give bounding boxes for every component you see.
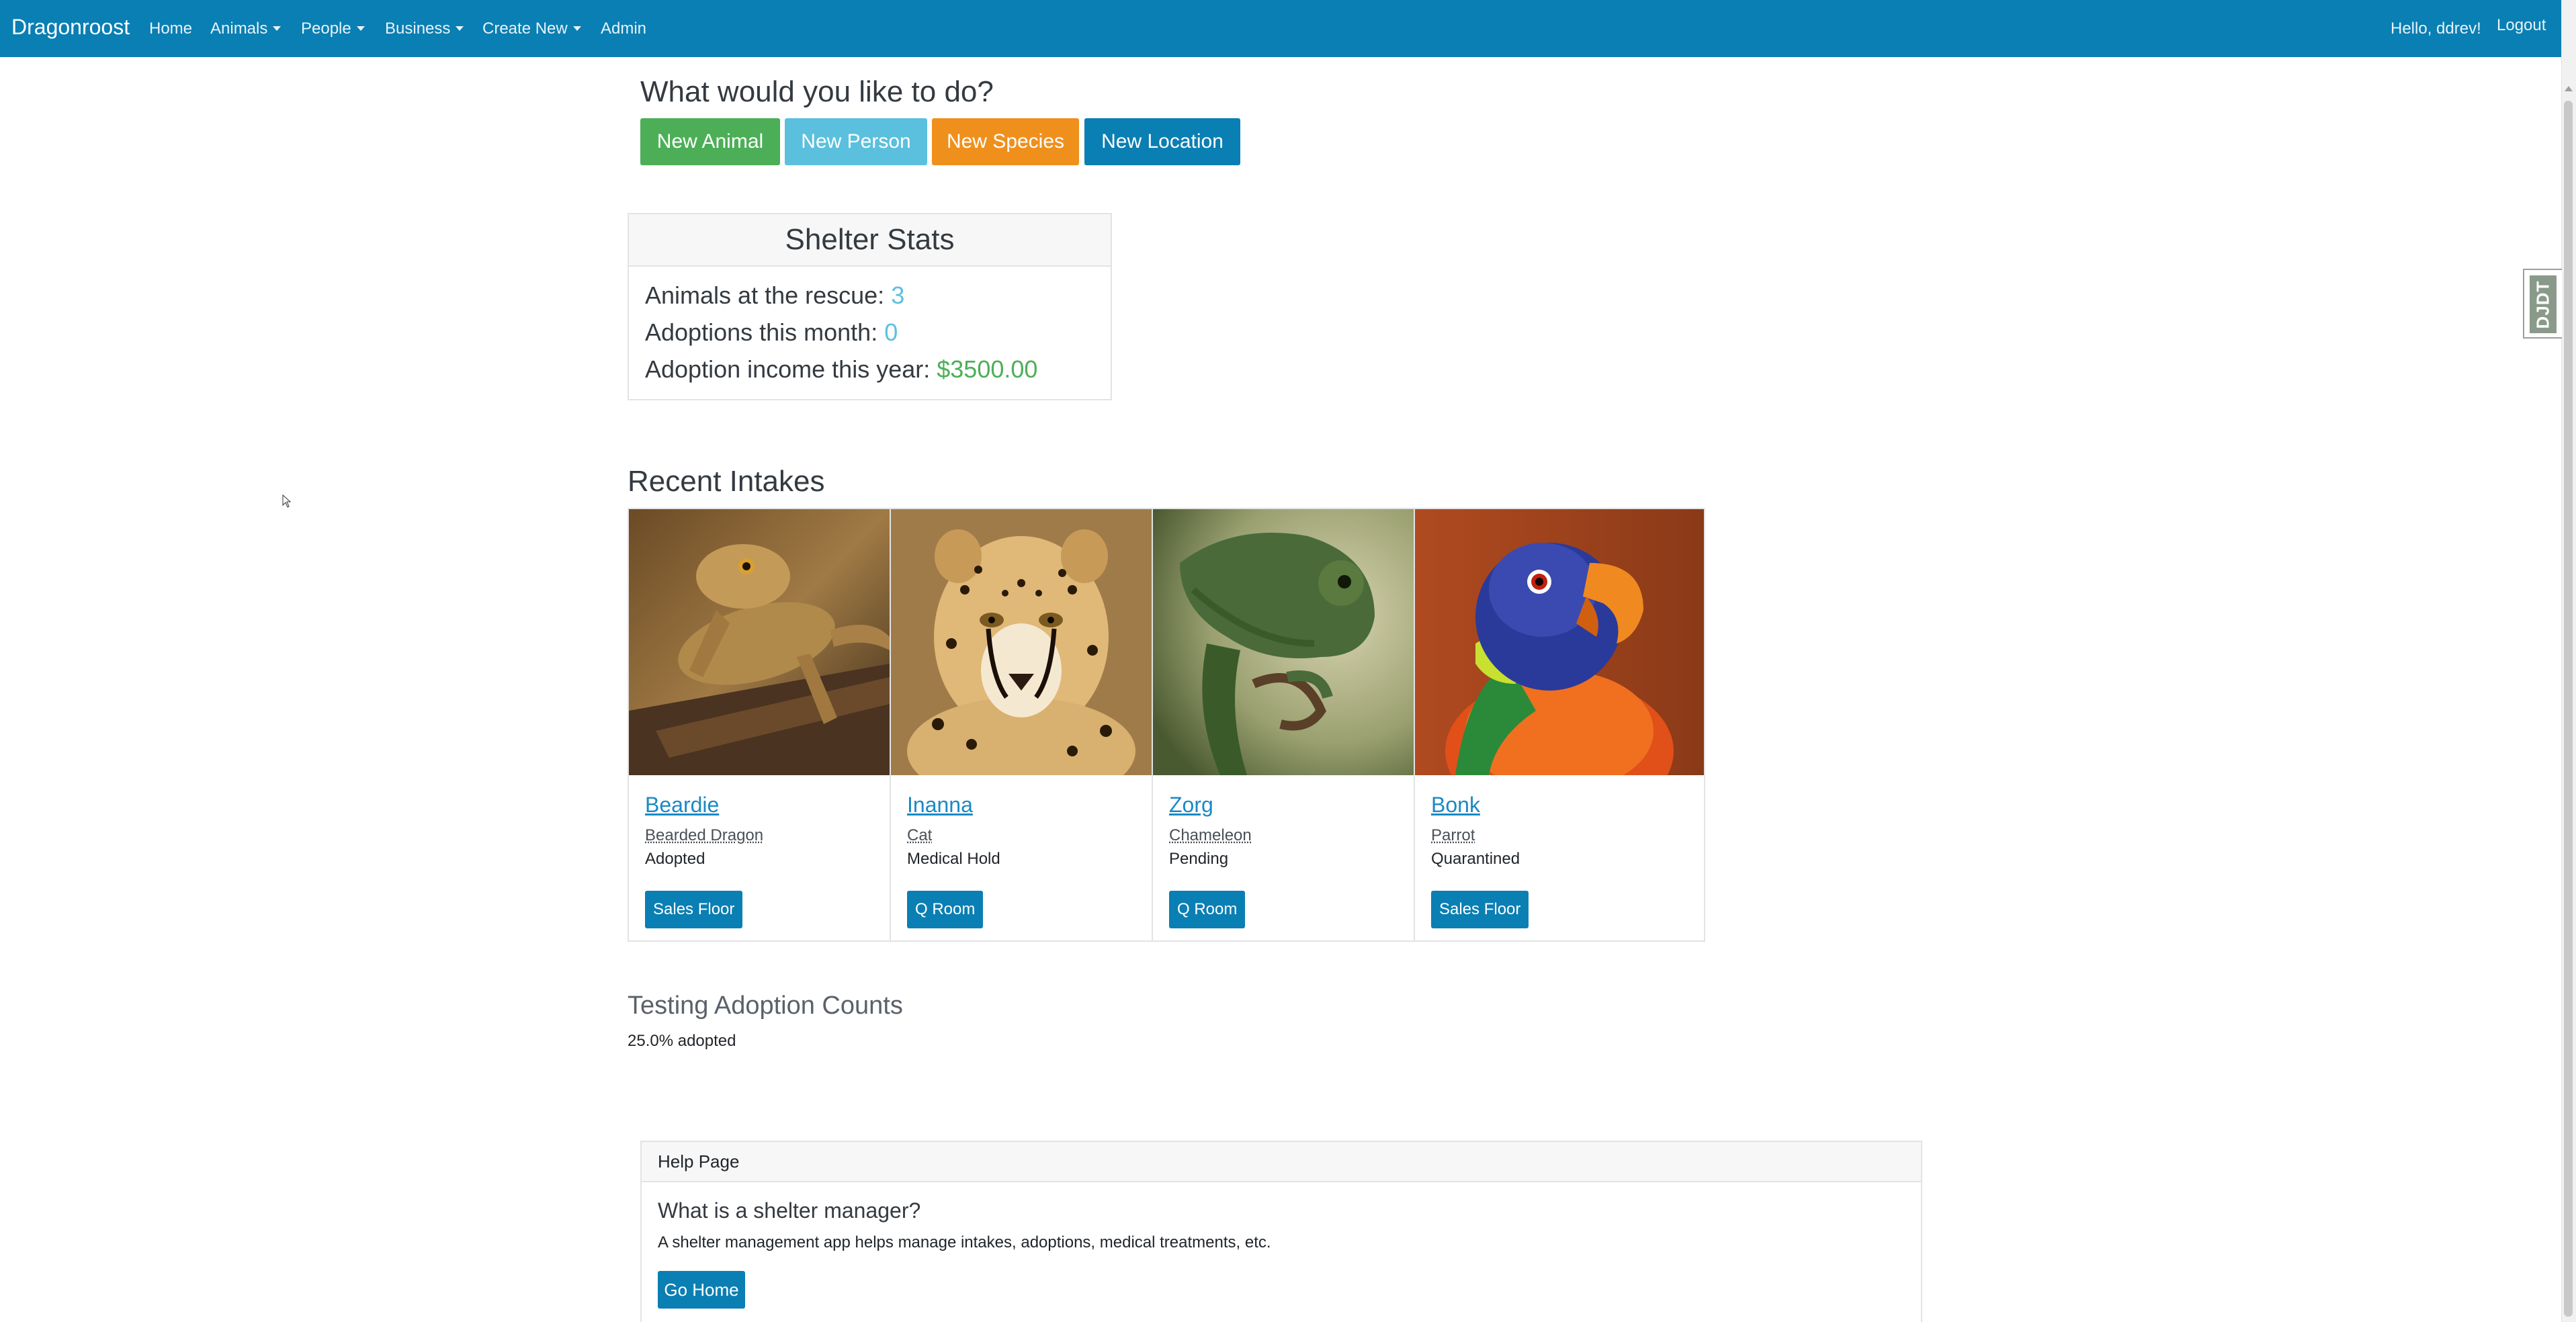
- new-species-button[interactable]: New Species: [932, 118, 1079, 165]
- stat-animals-value: 3: [891, 281, 905, 309]
- animal-card: Inanna Cat Medical Hold Q Room: [890, 508, 1153, 942]
- help-answer: A shelter management app helps manage in…: [658, 1233, 1271, 1251]
- chameleon-photo[interactable]: [1153, 509, 1414, 775]
- new-animal-button[interactable]: New Animal: [640, 118, 780, 165]
- nav-create-new-label: Create New: [482, 19, 568, 38]
- stat-income: Adoption income this year: $3500.00: [645, 355, 1037, 384]
- adoption-percentage: 25.0% adopted: [628, 1032, 736, 1050]
- stat-adoptions-value: 0: [884, 318, 898, 346]
- animal-name-link[interactable]: Zorg: [1169, 793, 1213, 818]
- brand-link[interactable]: Dragonroost: [11, 15, 130, 40]
- chevron-down-icon: [356, 26, 365, 31]
- animal-species[interactable]: Cat: [907, 826, 932, 845]
- animal-name-link[interactable]: Inanna: [907, 793, 973, 818]
- location-button[interactable]: Q Room: [1169, 891, 1246, 928]
- nav-admin[interactable]: Admin: [601, 19, 646, 38]
- animal-card: Bonk Parrot Quarantined Sales Floor: [1414, 508, 1705, 942]
- actions-heading: What would you like to do?: [640, 75, 994, 108]
- animal-species[interactable]: Chameleon: [1169, 826, 1252, 845]
- new-person-button[interactable]: New Person: [785, 118, 927, 165]
- help-card-header: Help Page: [642, 1142, 1921, 1182]
- animal-species[interactable]: Bearded Dragon: [645, 826, 763, 845]
- user-greeting: Hello, ddrev!: [2391, 19, 2481, 38]
- location-button[interactable]: Q Room: [907, 891, 984, 928]
- debug-toolbar-label: DJDT: [2530, 275, 2557, 333]
- animal-name-link[interactable]: Beardie: [645, 793, 719, 818]
- chevron-down-icon: [572, 26, 581, 31]
- animal-card: Beardie Bearded Dragon Adopted Sales Flo…: [628, 508, 891, 942]
- cheetah-photo[interactable]: [891, 509, 1152, 775]
- animal-status: Pending: [1169, 850, 1229, 868]
- scrollbar-thumb[interactable]: [2564, 101, 2573, 1317]
- nav-people-dropdown[interactable]: People: [301, 19, 365, 38]
- go-home-button[interactable]: Go Home: [658, 1271, 745, 1309]
- scroll-up-arrow-icon[interactable]: [2565, 86, 2573, 91]
- stat-adoptions-label: Adoptions this month:: [645, 318, 878, 346]
- animal-name-link[interactable]: Bonk: [1431, 793, 1480, 818]
- nav-people-label: People: [301, 19, 351, 38]
- animal-card: Zorg Chameleon Pending Q Room: [1152, 508, 1415, 942]
- help-question: What is a shelter manager?: [658, 1198, 921, 1223]
- shelter-stats-title: Shelter Stats: [629, 214, 1111, 267]
- nav-business-dropdown[interactable]: Business: [385, 19, 464, 38]
- new-location-button[interactable]: New Location: [1084, 118, 1240, 165]
- location-button[interactable]: Sales Floor: [645, 891, 743, 928]
- nav-animals-label: Animals: [210, 19, 268, 38]
- logout-link[interactable]: Logout: [2497, 16, 2546, 35]
- chevron-down-icon: [456, 26, 464, 31]
- bearded-dragon-photo[interactable]: [629, 509, 890, 775]
- stat-adoptions: Adoptions this month: 0: [645, 318, 898, 347]
- shelter-stats-card: Shelter Stats Animals at the rescue: 3 A…: [628, 213, 1112, 400]
- help-card: Help Page What is a shelter manager? A s…: [640, 1141, 1922, 1322]
- stat-animals: Animals at the rescue: 3: [645, 281, 904, 310]
- nav-animals-dropdown[interactable]: Animals: [210, 19, 282, 38]
- recent-intakes-title: Recent Intakes: [628, 465, 825, 498]
- nav-home[interactable]: Home: [149, 19, 192, 38]
- nav-business-label: Business: [385, 19, 451, 38]
- animal-status: Quarantined: [1431, 850, 1520, 868]
- testing-adoption-title: Testing Adoption Counts: [628, 992, 903, 1020]
- chevron-down-icon: [273, 26, 282, 31]
- animal-species[interactable]: Parrot: [1431, 826, 1475, 845]
- location-button[interactable]: Sales Floor: [1431, 891, 1529, 928]
- debug-toolbar-handle[interactable]: DJDT: [2523, 269, 2562, 339]
- nav-create-new-dropdown[interactable]: Create New: [482, 19, 581, 38]
- top-navbar: Dragonroost Home Animals People Business…: [0, 0, 2561, 57]
- mouse-cursor-icon: [282, 494, 292, 508]
- animal-status: Adopted: [645, 850, 705, 868]
- stat-income-value: $3500.00: [937, 355, 1038, 383]
- stat-income-label: Adoption income this year:: [645, 355, 931, 383]
- animal-status: Medical Hold: [907, 850, 1000, 868]
- parrot-photo[interactable]: [1415, 509, 1704, 775]
- stat-animals-label: Animals at the rescue:: [645, 281, 885, 309]
